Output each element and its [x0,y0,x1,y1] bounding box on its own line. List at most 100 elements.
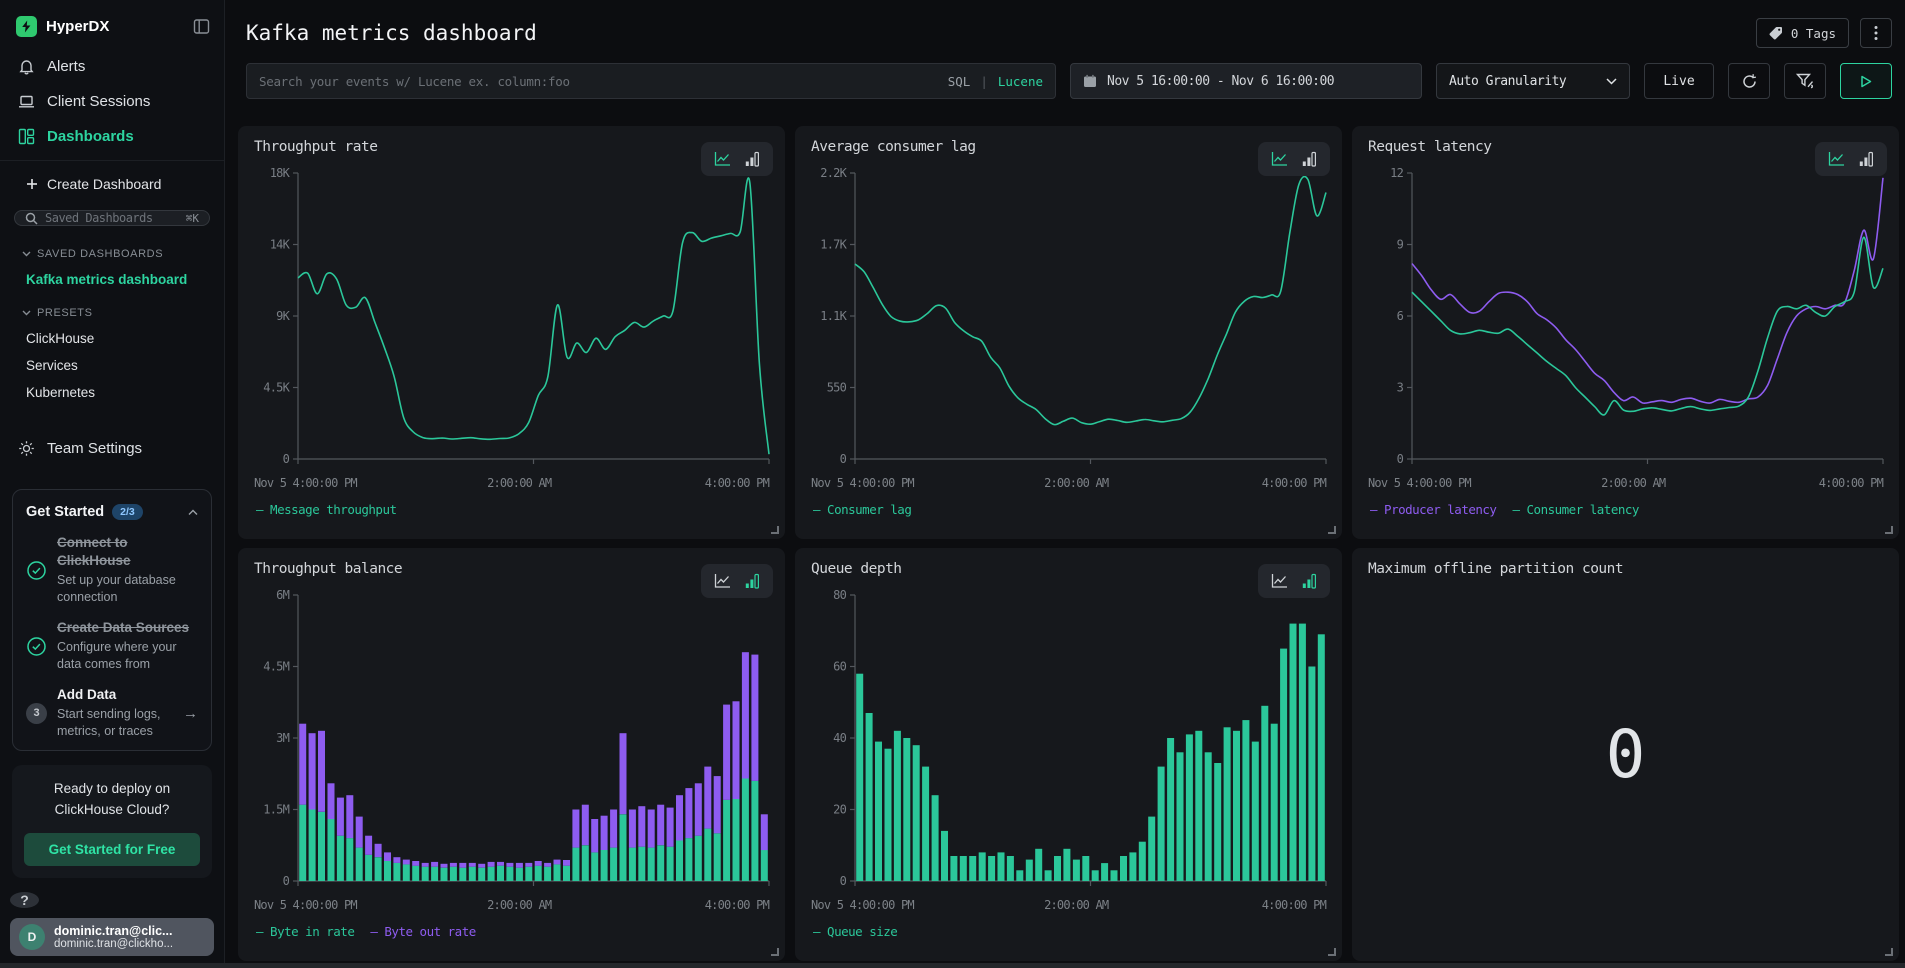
x-axis-labels: Nov 5 4:00:00 PM2:00:00 AM4:00:00 PM [801,898,1336,916]
x-axis-labels: Nov 5 4:00:00 PM2:00:00 AM4:00:00 PM [244,898,779,916]
chart-type-toggle[interactable] [1815,142,1887,176]
refresh-icon [1741,73,1758,90]
legend-item: — Byte in rate [256,924,354,939]
svg-text:1.5M: 1.5M [263,803,289,817]
get-started-free-button[interactable]: Get Started for Free [24,833,200,866]
brand: HyperDX [16,16,109,37]
svg-text:0: 0 [840,452,847,466]
chart-type-toggle[interactable] [701,564,773,598]
bar-chart-icon [745,151,760,167]
play-icon [1860,75,1872,88]
chart-type-toggle[interactable] [1258,142,1330,176]
help-button[interactable]: ? [10,892,39,908]
step-create-data-sources[interactable]: Create Data Sources Configure where your… [26,619,198,673]
chart-plot[interactable]: 020406080Nov 5 4:00:00 PM2:00:00 AM4:00:… [801,581,1336,939]
sidebar-item-alerts[interactable]: Alerts [0,49,224,84]
chart-svg: 05501.1K1.7K2.2K [801,159,1336,471]
user-email: dominic.tran@clickho... [54,938,173,950]
panel-request-latency: Request latency 036912Nov 5 4:00:00 PM2:… [1352,126,1899,539]
main-content: Kafka metrics dashboard 0 Tags Search yo… [225,0,1905,963]
sidebar: HyperDX Alerts Client Sessions Dashboard… [0,0,225,963]
svg-text:0: 0 [840,874,847,888]
promo-line2: ClickHouse Cloud? [24,800,200,821]
arrow-right-icon: → [183,705,198,722]
resize-handle[interactable] [1328,948,1336,956]
more-options-button[interactable] [1860,18,1892,48]
svg-text:80: 80 [833,588,846,602]
resize-handle[interactable] [771,526,779,534]
svg-text:40: 40 [833,731,846,745]
sql-mode-toggle[interactable]: SQL [948,74,971,89]
bar-chart-icon [745,573,760,589]
team-settings-button[interactable]: Team Settings [0,430,224,467]
chart-plot[interactable]: 05501.1K1.7K2.2KNov 5 4:00:00 PM2:00:00 … [801,159,1336,517]
resize-handle[interactable] [1885,526,1893,534]
line-chart-icon [1828,151,1845,167]
chart-plot[interactable]: 04.5K9K14K18KNov 5 4:00:00 PM2:00:00 AM4… [244,159,779,517]
legend-item: — Message throughput [256,502,397,517]
legend-item: — Consumer latency [1512,502,1638,517]
step-desc: Set up your database connection [57,572,198,606]
avatar: D [19,924,45,950]
lucene-mode-toggle[interactable]: Lucene [998,74,1043,89]
sidebar-item-kubernetes[interactable]: Kubernetes [0,379,224,406]
saved-dashboards-search-input[interactable]: Saved Dashboards ⌘K [14,210,210,226]
chart-svg: 036912 [1358,159,1893,471]
promo-line1: Ready to deploy on [24,779,200,800]
step-number-badge: 3 [26,703,47,724]
chart-type-toggle[interactable] [701,142,773,176]
live-button[interactable]: Live [1644,63,1714,99]
sidebar-item-kafka-dashboard[interactable]: Kafka metrics dashboard [0,266,224,293]
search-placeholder: Saved Dashboards [45,211,179,225]
svg-text:18K: 18K [270,166,291,180]
svg-text:6M: 6M [276,588,289,602]
sidebar-item-services[interactable]: Services [0,352,224,379]
presets-header[interactable]: PRESETS [0,293,224,325]
run-query-button[interactable] [1840,63,1892,99]
svg-text:0: 0 [1397,452,1404,466]
legend-item: — Byte out rate [370,924,475,939]
laptop-icon [18,93,35,110]
dashboards-icon [18,128,35,145]
svg-text:4.5M: 4.5M [263,660,289,674]
tags-button[interactable]: 0 Tags [1756,18,1849,48]
refresh-button[interactable] [1728,63,1770,99]
sidebar-item-label: Client Sessions [47,93,150,110]
panel-max-offline-partition-count: Maximum offline partition count 0 [1352,548,1899,961]
chevron-up-icon[interactable] [188,503,198,521]
sidebar-item-clickhouse[interactable]: ClickHouse [0,325,224,352]
chart-svg: 04.5K9K14K18K [244,159,779,471]
event-search-input[interactable]: Search your events w/ Lucene ex. column:… [246,63,1056,99]
resize-handle[interactable] [1885,948,1893,956]
granularity-select[interactable]: Auto Granularity [1436,63,1630,99]
filter-button[interactable] [1784,63,1826,99]
svg-text:12: 12 [1390,166,1403,180]
check-circle-icon [26,636,47,657]
panel-queue-depth: Queue depth 020406080Nov 5 4:00:00 PM2:0… [795,548,1342,961]
chart-legend: — Producer latency — Consumer latency [1358,494,1893,517]
resize-handle[interactable] [771,948,779,956]
dots-vertical-icon [1874,25,1878,41]
chart-legend: — Queue size [801,916,1336,939]
panel-throughput-balance: Throughput balance 01.5M3M4.5M6MNov 5 4:… [238,548,785,961]
sidebar-collapse-icon[interactable] [193,18,210,35]
sidebar-item-dashboards[interactable]: Dashboards [0,119,224,154]
step-add-data[interactable]: 3 Add Data Start sending logs, metrics, … [26,686,198,740]
horizontal-scrollbar[interactable] [0,963,1905,968]
user-menu[interactable]: D dominic.tran@clic... dominic.tran@clic… [10,918,214,956]
get-started-card: Get Started 2/3 Connect to ClickHouse Se… [12,489,212,751]
sidebar-item-label: Alerts [47,58,85,75]
sidebar-item-client-sessions[interactable]: Client Sessions [0,84,224,119]
chart-plot[interactable]: 01.5M3M4.5M6MNov 5 4:00:00 PM2:00:00 AM4… [244,581,779,939]
date-range-picker[interactable]: Nov 5 16:00:00 - Nov 6 16:00:00 [1070,63,1422,99]
legend-item: — Producer latency [1370,502,1496,517]
get-started-title: Get Started [26,504,104,520]
saved-dashboards-header[interactable]: SAVED DASHBOARDS [0,234,224,266]
svg-text:1.1K: 1.1K [820,309,847,323]
chart-type-toggle[interactable] [1258,564,1330,598]
resize-handle[interactable] [1328,526,1336,534]
step-connect-clickhouse[interactable]: Connect to ClickHouse Set up your databa… [26,534,198,606]
chart-plot[interactable]: 036912Nov 5 4:00:00 PM2:00:00 AM4:00:00 … [1358,159,1893,517]
calendar-icon [1083,74,1097,88]
create-dashboard-button[interactable]: Create Dashboard [0,161,224,202]
